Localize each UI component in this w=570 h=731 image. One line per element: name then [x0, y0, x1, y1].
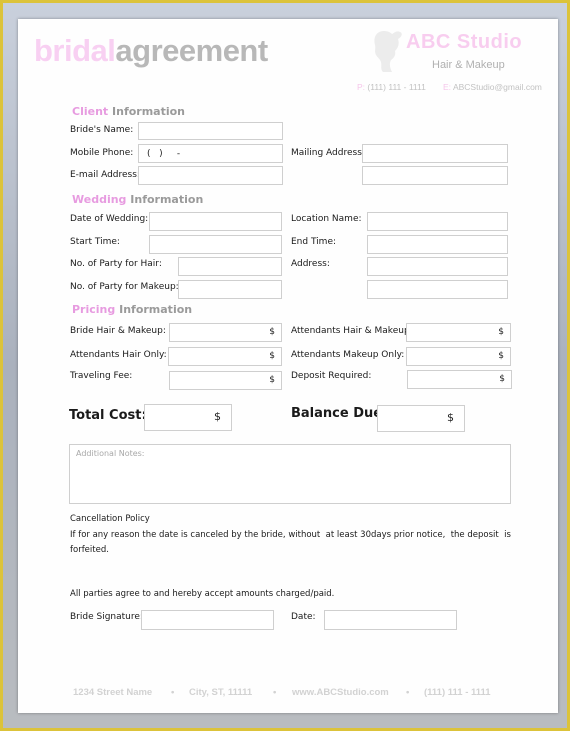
email-prefix: E: [443, 82, 452, 92]
end-time-label: End Time: [291, 237, 337, 247]
studio-name: ABC Studio [406, 31, 523, 53]
bride-hair-makeup-label: Bride Hair & Makeup: [70, 326, 166, 336]
additional-notes-field[interactable]: Additional Notes: [69, 444, 511, 504]
heading-rest: Information [130, 193, 204, 206]
heading-accent: Client [72, 105, 109, 118]
bride-signature-field[interactable] [141, 610, 274, 630]
footer-phone: (111) 111 - 1111 [424, 687, 491, 698]
cancellation-policy-line1: If for any reason the date is canceled b… [70, 530, 511, 540]
address-label: Address: [291, 259, 330, 269]
traveling-fee-field[interactable]: $ [169, 371, 282, 390]
document-title: bridalagreement [34, 33, 268, 69]
total-cost-field[interactable]: $ [144, 404, 232, 431]
party-makeup-field[interactable] [178, 280, 282, 299]
party-hair-field[interactable] [178, 257, 282, 276]
date-of-wedding-field[interactable] [149, 212, 282, 231]
signature-date-label: Date: [291, 612, 316, 622]
mailing-address-field-1[interactable] [362, 144, 508, 163]
balance-due-field[interactable]: $ [377, 405, 465, 432]
heading-accent: Pricing [72, 303, 116, 316]
pricing-section-heading: Pricing Information [72, 303, 192, 316]
footer-separator: • [406, 687, 410, 698]
document-page: bridalagreement ABC Studio Hair & Makeup… [18, 19, 558, 713]
footer-separator: • [171, 687, 175, 698]
start-time-label: Start Time: [70, 237, 120, 247]
brides-name-label: Bride's Name: [70, 125, 134, 135]
header-email: E: ABCStudio@gmail.com [443, 82, 542, 92]
agreement-statement: All parties agree to and hereby accept a… [70, 589, 335, 599]
heading-rest: Information [119, 303, 193, 316]
phone-prefix: P: [357, 82, 366, 92]
start-time-field[interactable] [149, 235, 282, 254]
attendants-hair-only-label: Attendants Hair Only: [70, 350, 167, 360]
traveling-fee-label: Traveling Fee: [70, 371, 133, 381]
header-phone: P: (111) 111 - 1111 [357, 82, 426, 92]
mailing-address-field-2[interactable] [362, 166, 508, 185]
client-section-heading: Client Information [72, 105, 185, 118]
cancellation-policy-line2: forfeited. [70, 545, 109, 555]
bride-signature-label: Bride Signature: [70, 612, 143, 622]
title-bridal: bridal [34, 33, 116, 68]
end-time-field[interactable] [367, 235, 508, 254]
email-address-field[interactable] [138, 166, 283, 185]
footer-city: City, ST, 11111 [189, 687, 253, 698]
attendants-hair-makeup-label: Attendants Hair & Makeup: [291, 326, 413, 336]
attendants-hair-only-field[interactable]: $ [168, 347, 282, 366]
mailing-address-label: Mailing Address: [291, 148, 365, 158]
brides-name-field[interactable] [138, 122, 283, 140]
signature-date-field[interactable] [324, 610, 457, 630]
total-cost-label: Total Cost: [69, 408, 147, 423]
footer-street: 1234 Street Name [73, 687, 153, 698]
window-frame: bridalagreement ABC Studio Hair & Makeup… [3, 3, 567, 728]
balance-due-label: Balance Due: [291, 406, 388, 421]
title-agreement: agreement [115, 33, 268, 68]
deposit-required-label: Deposit Required: [291, 371, 372, 381]
heading-rest: Information [112, 105, 186, 118]
email-value: ABCStudio@gmail.com [452, 82, 542, 92]
mobile-phone-label: Mobile Phone: [70, 148, 134, 158]
attendants-hair-makeup-field[interactable]: $ [406, 323, 511, 342]
phone-value: (111) 111 - 1111 [367, 82, 426, 92]
location-name-label: Location Name: [291, 214, 362, 224]
bride-hair-makeup-field[interactable]: $ [169, 323, 282, 342]
mobile-phone-field[interactable]: ( ) - [138, 144, 283, 163]
address-field-1[interactable] [367, 257, 508, 276]
footer-separator: • [273, 687, 277, 698]
party-hair-label: No. of Party for Hair: [70, 259, 162, 269]
footer-website: www.ABCStudio.com [292, 687, 389, 698]
attendants-makeup-only-field[interactable]: $ [406, 347, 511, 366]
bride-silhouette-icon [374, 31, 402, 72]
location-name-field[interactable] [367, 212, 508, 231]
studio-tagline: Hair & Makeup [432, 59, 505, 71]
attendants-makeup-only-label: Attendants Makeup Only: [291, 350, 405, 360]
email-address-label: E-mail Address: [70, 170, 140, 180]
cancellation-policy-heading: Cancellation Policy [70, 514, 150, 524]
heading-accent: Wedding [72, 193, 127, 206]
address-field-2[interactable] [367, 280, 508, 299]
date-of-wedding-label: Date of Wedding: [70, 214, 149, 224]
party-makeup-label: No. of Party for Makeup: [70, 282, 179, 292]
deposit-required-field[interactable]: $ [407, 370, 512, 389]
wedding-section-heading: Wedding Information [72, 193, 203, 206]
